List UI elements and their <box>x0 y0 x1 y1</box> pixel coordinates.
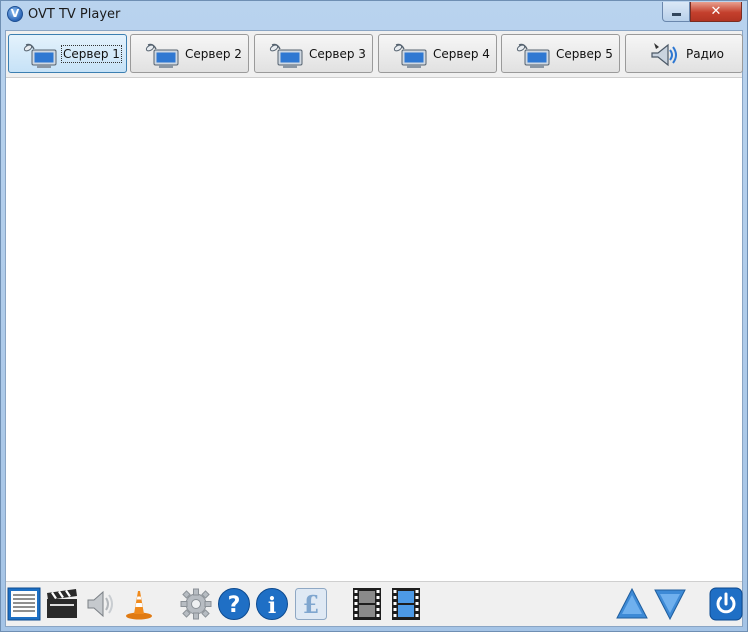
window-title: OVT TV Player <box>28 7 121 22</box>
svg-text:?: ? <box>228 593 241 618</box>
clapperboard-icon <box>47 589 77 618</box>
tab-server-3[interactable]: Сервер 3 <box>254 34 373 73</box>
settings-button[interactable] <box>179 587 213 621</box>
help-button[interactable]: ? <box>217 587 251 621</box>
svg-text:i: i <box>268 593 276 619</box>
speaker-music-icon <box>651 43 677 67</box>
satellite-monitor-icon <box>393 43 427 68</box>
tab-label: Сервер 1 <box>61 45 122 63</box>
minimize-button[interactable] <box>662 2 690 22</box>
tab-server-2[interactable]: Сервер 2 <box>130 34 249 73</box>
close-button[interactable]: ✕ <box>690 2 742 22</box>
tab-label: Радио <box>686 47 725 61</box>
svg-text:£: £ <box>303 590 320 619</box>
tab-label: Сервер 5 <box>556 47 613 61</box>
power-icon <box>709 587 743 621</box>
move-up-button[interactable] <box>615 587 649 621</box>
recordings-button[interactable] <box>350 587 384 621</box>
title-bar[interactable]: V OVT TV Player ✕ <box>1 1 749 30</box>
satellite-monitor-icon <box>145 43 179 68</box>
playlist-button[interactable] <box>7 587 41 621</box>
sound-button[interactable] <box>83 587 117 621</box>
info-button[interactable]: i <box>255 587 289 621</box>
vlc-cone-icon <box>126 591 152 620</box>
tab-label: Сервер 2 <box>185 47 242 61</box>
arrow-down-icon <box>654 589 686 621</box>
power-button[interactable] <box>709 587 743 621</box>
client-area: Сервер 1 Сервер 2 Сервер 3 Сервер 4 Серв… <box>5 30 743 627</box>
pound-currency-icon: £ <box>295 588 327 620</box>
speaker-icon <box>87 590 113 618</box>
donate-button[interactable]: £ <box>294 587 328 621</box>
film-strip-blue-icon <box>392 588 420 620</box>
settings-gear-icon <box>180 588 212 620</box>
satellite-monitor-icon <box>516 43 550 68</box>
server-tab-bar: Сервер 1 Сервер 2 Сервер 3 Сервер 4 Серв… <box>6 31 743 77</box>
film-strip-icon <box>353 588 381 620</box>
video-file-button[interactable] <box>389 587 423 621</box>
vlc-button[interactable] <box>122 587 156 621</box>
satellite-monitor-icon <box>23 43 57 68</box>
bottom-toolbar: ? i £ <box>6 582 743 626</box>
video-button[interactable] <box>45 587 79 621</box>
tab-radio[interactable]: Радио <box>625 34 743 73</box>
channel-list-area[interactable] <box>6 77 742 582</box>
tab-label: Сервер 3 <box>309 47 366 61</box>
playlist-icon <box>7 587 41 621</box>
move-down-button[interactable] <box>653 587 687 621</box>
arrow-up-icon <box>616 587 648 619</box>
help-icon: ? <box>218 588 250 620</box>
info-icon: i <box>256 588 288 620</box>
tab-label: Сервер 4 <box>433 47 490 61</box>
tab-server-4[interactable]: Сервер 4 <box>378 34 497 73</box>
tab-server-5[interactable]: Сервер 5 <box>501 34 620 73</box>
app-window: V OVT TV Player ✕ Сервер 1 Сервер 2 Серв… <box>0 0 748 632</box>
app-logo-icon: V <box>7 6 23 22</box>
tab-server-1[interactable]: Сервер 1 <box>8 34 127 73</box>
satellite-monitor-icon <box>269 43 303 68</box>
